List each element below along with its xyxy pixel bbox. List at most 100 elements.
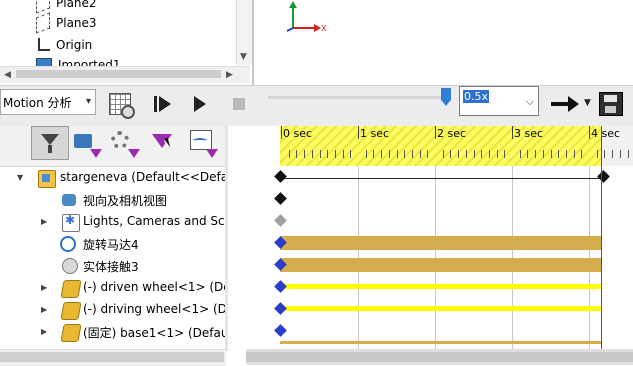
timeline-minor-tick — [289, 150, 290, 158]
plane-icon — [36, 0, 50, 14]
timeline-gutter — [228, 126, 280, 365]
tree-vertical-scrollbar[interactable]: ▼ — [236, 0, 252, 65]
timeline-major-tick — [512, 126, 513, 139]
timeline-scroll-thumb[interactable] — [246, 352, 633, 362]
timeline-minor-tick — [574, 150, 575, 158]
study-type-value: Motion 分析 — [3, 95, 72, 110]
tree-row-contact[interactable]: 实体接触3 — [0, 255, 226, 277]
timeline-minor-tick — [551, 150, 552, 158]
timeline-minor-tick — [535, 150, 536, 158]
tree-item-label: Plane3 — [56, 16, 97, 30]
study-type-select[interactable]: Motion 分析 ▾ — [0, 89, 96, 115]
collapse-icon[interactable]: ▼ — [17, 173, 23, 182]
timeline-tick-label: 1 sec — [360, 127, 390, 140]
playback-speed-select[interactable]: 0.5x ⌵ — [459, 86, 539, 116]
tree-item-plane2[interactable]: Plane2 — [36, 0, 97, 14]
timeline-minor-tick — [320, 150, 321, 158]
expand-icon[interactable]: ▶ — [41, 305, 47, 314]
playback-slider-track[interactable] — [268, 96, 448, 99]
chevron-down-icon[interactable]: ▼ — [584, 98, 591, 108]
timeline-minor-tick — [566, 150, 567, 158]
tree-row-lights[interactable]: ▶ Lights, Cameras and Scene — [0, 211, 247, 233]
filter-results-icon — [190, 130, 212, 150]
timeline-minor-tick — [296, 150, 297, 158]
timeline-minor-tick — [620, 150, 621, 158]
filter-gears-icon — [111, 131, 129, 149]
tree-row-driving-wheel[interactable]: ▶ (-) driving wheel<1> (Default — [0, 299, 261, 321]
tree-row-assembly[interactable]: ▼ stargeneva (Default<<Default — [0, 167, 244, 189]
scroll-right-icon[interactable]: ▶ — [226, 70, 233, 80]
timeline-minor-tick — [458, 150, 459, 158]
timeline-minor-tick — [343, 150, 344, 158]
expand-icon[interactable]: ▶ — [41, 217, 47, 226]
chevron-down-icon: ▾ — [85, 96, 91, 107]
tree-scroll-thumb[interactable] — [16, 70, 221, 78]
play-from-start-icon — [153, 96, 171, 112]
timeline-minor-tick — [628, 150, 629, 158]
timeline-tick-label: 4 sec — [591, 127, 621, 140]
stop-button[interactable] — [225, 90, 253, 118]
tree-row-views-cameras[interactable]: 视向及相机视图 — [0, 189, 226, 211]
expand-icon[interactable]: ▶ — [41, 283, 47, 292]
filter-results-button[interactable] — [186, 126, 220, 160]
calculate-icon — [109, 93, 135, 119]
assembly-icon — [38, 170, 56, 188]
timeline-minor-tick — [604, 150, 605, 158]
driven-wheel-track-bar[interactable] — [280, 284, 602, 289]
timeline-minor-tick — [443, 150, 444, 158]
expand-icon[interactable]: ▶ — [41, 327, 47, 336]
filter-gears-button[interactable] — [108, 126, 142, 160]
scroll-left-icon[interactable]: ◀ — [4, 70, 11, 80]
stop-icon — [233, 98, 245, 110]
playback-speed-value: 0.5x — [463, 90, 490, 103]
contact-icon — [62, 258, 78, 274]
tree-item-plane3[interactable]: Plane3 — [36, 12, 97, 34]
timeline-minor-tick — [312, 150, 313, 158]
plane-icon — [36, 12, 50, 34]
calculate-button[interactable] — [106, 90, 135, 119]
base-track-bar[interactable] — [280, 341, 602, 344]
driving-wheel-track-bar[interactable] — [280, 306, 602, 311]
origin-icon — [36, 38, 50, 52]
timeline-minor-tick — [489, 150, 490, 158]
timeline-tick-label: 0 sec — [283, 127, 313, 140]
timeline-minor-tick — [474, 150, 475, 158]
tree-row-label: Lights, Cameras and Scene — [83, 214, 247, 228]
time-bar[interactable] — [601, 126, 602, 349]
tree-row-rotary-motor[interactable]: 旋转马达4 — [0, 233, 226, 255]
tree-row-base[interactable]: ▶ (固定) base1<1> (Default — [0, 321, 237, 343]
tree-scroll-thumb[interactable] — [0, 352, 224, 362]
play-from-start-button[interactable] — [148, 90, 176, 118]
contact-track-bar[interactable] — [280, 258, 602, 272]
part-icon — [60, 302, 82, 320]
chevron-down-icon: ⌵ — [525, 95, 534, 108]
tree-item-label: Origin — [56, 38, 93, 52]
timeline-minor-tick — [350, 150, 351, 158]
save-animation-button[interactable] — [597, 90, 625, 118]
timeline-minor-tick — [427, 150, 428, 158]
tree-row-label: stargeneva (Default<<Default — [60, 170, 244, 184]
filter-cameras-icon — [74, 134, 92, 148]
filter-selected-button[interactable] — [146, 126, 180, 160]
filter-cameras-button[interactable] — [70, 126, 104, 160]
part-icon — [60, 324, 82, 342]
motor-track-bar[interactable] — [280, 236, 602, 250]
filter-icon — [41, 133, 59, 145]
timeline-minor-tick — [327, 150, 328, 158]
tree-row-driven-wheel[interactable]: ▶ (-) driven wheel<1> (Default — [0, 277, 258, 299]
timeline-minor-tick — [397, 150, 398, 158]
playback-mode-button[interactable] — [545, 90, 585, 118]
timeline-minor-tick — [404, 150, 405, 158]
tree-row-label: 旋转马达4 — [83, 238, 139, 252]
graphics-viewport[interactable]: X — [254, 0, 633, 85]
scroll-down-icon[interactable]: ▼ — [240, 52, 247, 62]
svg-text:X: X — [321, 24, 327, 33]
rotary-motor-icon — [60, 236, 76, 252]
play-button[interactable] — [186, 90, 214, 118]
timeline-minor-tick — [304, 150, 305, 158]
filter-animated-button[interactable] — [31, 126, 69, 160]
timeline-minor-tick — [366, 150, 367, 158]
timeline-tick-label: 2 sec — [437, 127, 467, 140]
tree-item-origin[interactable]: Origin — [36, 35, 92, 55]
timeline-minor-tick — [373, 150, 374, 158]
